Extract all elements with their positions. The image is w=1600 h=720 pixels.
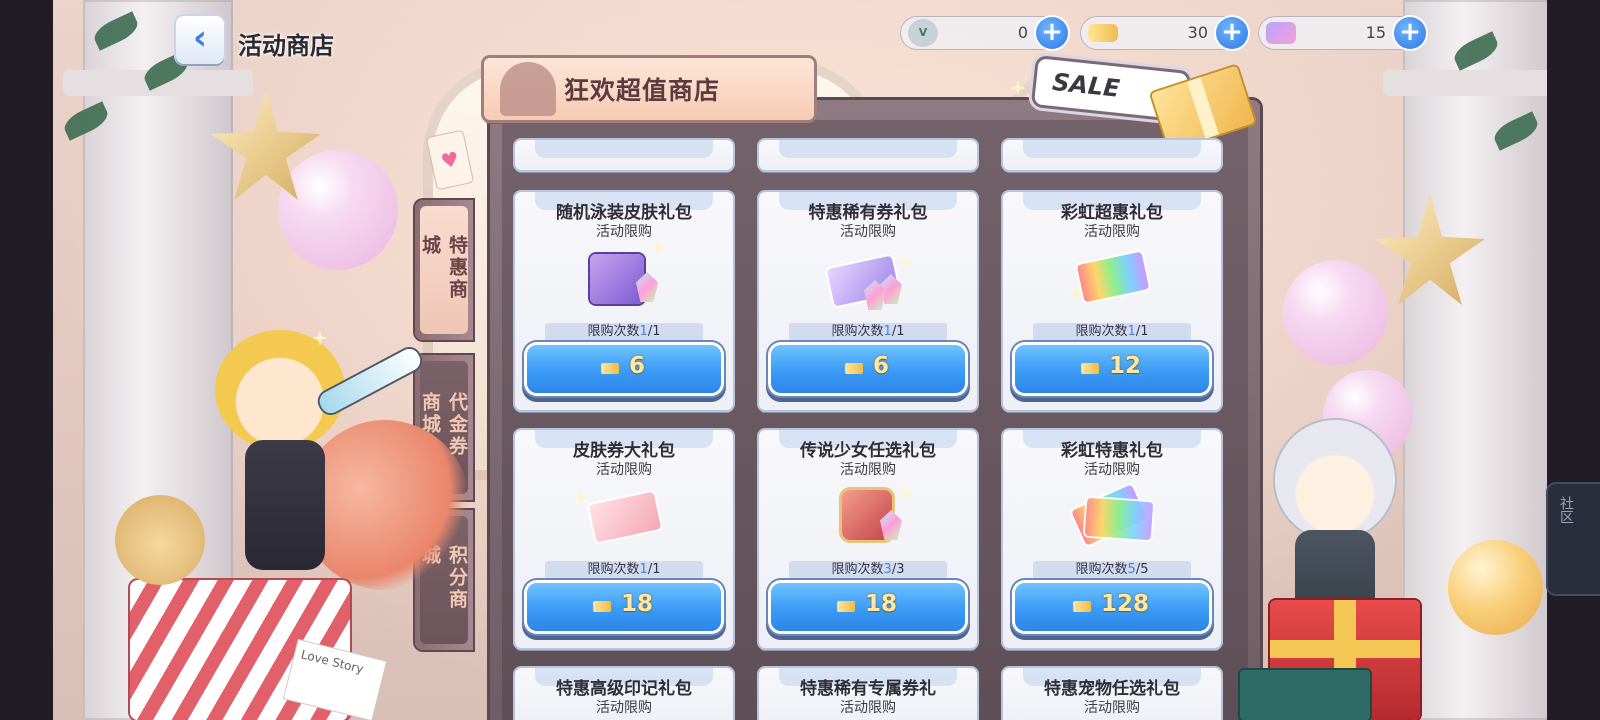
back-button[interactable]: ‹ [176,16,224,64]
product-card[interactable]: 彩虹超惠礼包 活动限购 限购次数1/1 12 [1003,192,1221,410]
product-subtitle: 活动限购 [1084,224,1140,240]
product-card[interactable]: 传说少女任选礼包 活动限购 限购次数3/3 18 [759,430,977,648]
currency-value: 0 [1017,23,1028,42]
product-subtitle: 活动限购 [840,462,896,478]
v-coin-icon: V [908,19,938,47]
rare-ticket-bundle-icon [826,244,908,312]
ticket-icon [837,601,855,612]
product-subtitle: 活动限购 [1084,462,1140,478]
currency-value: 15 [1365,23,1386,42]
buy-button[interactable]: 6 [771,345,965,393]
price: 128 [1101,591,1150,617]
rainbow-ticket-fan-icon [1071,482,1154,550]
product-card[interactable]: 皮肤券大礼包 活动限购 限购次数1/1 18 [515,430,733,648]
ticket-icon [845,363,863,374]
product-name: 彩虹特惠礼包 [1061,441,1163,461]
purchase-limit: 限购次数5/5 [1033,561,1191,579]
shop-banner: 狂欢超值商店 [484,58,814,120]
community-button[interactable]: 社区 [1548,484,1600,594]
product-subtitle: 活动限购 [596,700,652,716]
rainbow-ticket-icon [1072,244,1152,312]
product-subtitle: 活动限购 [1084,700,1140,716]
price: 6 [873,353,890,379]
product-subtitle: 活动限购 [596,462,652,478]
product-name: 传说少女任选礼包 [800,441,936,461]
price: 18 [621,591,654,617]
product-card-partial[interactable] [759,140,977,170]
balloon [278,150,398,270]
buy-button[interactable]: 6 [527,345,721,393]
tab-special-offer[interactable]: 特惠商城 [415,200,473,340]
product-name: 随机泳装皮肤礼包 [556,203,692,223]
chevron-left-icon: ‹ [192,18,207,58]
swimsuit-gift-icon [584,244,664,312]
currency-v-coin: V 0 + [900,16,1070,50]
legend-girl-box-icon [828,482,908,550]
product-name: 特惠稀有专属券礼 [800,679,936,699]
product-card[interactable]: 特惠宠物任选礼包 活动限购 [1003,668,1221,720]
balloon [1283,260,1388,365]
product-card[interactable]: 特惠高级印记礼包 活动限购 [515,668,733,720]
skin-ticket-icon [584,482,664,550]
tab-label: 特惠商城 [419,235,468,301]
purchase-limit: 限购次数1/1 [789,323,947,341]
letterbox-right [1547,0,1600,720]
add-gem-card-button[interactable]: + [1394,17,1426,49]
product-card-partial[interactable] [1003,140,1221,170]
product-card[interactable]: 特惠稀有专属券礼 活动限购 [759,668,977,720]
balloon [1448,540,1543,635]
product-card[interactable]: 随机泳装皮肤礼包 活动限购 限购次数1/1 6 [515,192,733,410]
add-v-coin-button[interactable]: + [1036,17,1068,49]
purchase-limit: 限购次数3/3 [789,561,947,579]
add-ticket-button[interactable]: + [1216,17,1248,49]
ticket-icon [1073,601,1091,612]
price: 6 [629,353,646,379]
product-name: 彩虹超惠礼包 [1061,203,1163,223]
product-subtitle: 活动限购 [840,700,896,716]
product-name: 特惠稀有券礼包 [808,203,928,223]
ticket-icon [593,601,611,612]
shop-title: 狂欢超值商店 [564,76,721,105]
product-subtitle: 活动限购 [840,224,896,240]
buy-button[interactable]: 12 [1015,345,1209,393]
buy-button[interactable]: 18 [527,583,721,631]
purchase-limit: 限购次数1/1 [545,561,703,579]
price: 12 [1109,353,1142,379]
product-name: 皮肤券大礼包 [573,441,675,461]
product-card-partial[interactable] [515,140,733,170]
sale-label: SALE [1050,67,1122,103]
purchase-limit: 限购次数1/1 [545,323,703,341]
purchase-limit: 限购次数1/1 [1033,323,1191,341]
girl-silhouette-icon [500,62,556,116]
product-name: 特惠高级印记礼包 [556,679,692,699]
product-card[interactable]: 彩虹特惠礼包 活动限购 限购次数5/5 128 [1003,430,1221,648]
buy-button[interactable]: 18 [771,583,965,631]
product-subtitle: 活动限购 [596,224,652,240]
price: 18 [865,591,898,617]
teal-gift-box [1240,670,1370,720]
buy-button[interactable]: 128 [1015,583,1209,631]
product-name: 特惠宠物任选礼包 [1044,679,1180,699]
product-card[interactable]: 特惠稀有券礼包 活动限购 限购次数1/1 6 [759,192,977,410]
teddy-bear [115,495,205,585]
gem-card-icon [1266,22,1296,44]
currency-value: 30 [1187,23,1208,42]
ticket-icon [1088,24,1118,42]
page-title: 活动商店 [238,32,334,60]
currency-gem-card: 15 + [1258,16,1428,50]
ticket-icon [1081,363,1099,374]
letterbox-left [0,0,53,720]
currency-ticket: 30 + [1080,16,1250,50]
ticket-icon [601,363,619,374]
